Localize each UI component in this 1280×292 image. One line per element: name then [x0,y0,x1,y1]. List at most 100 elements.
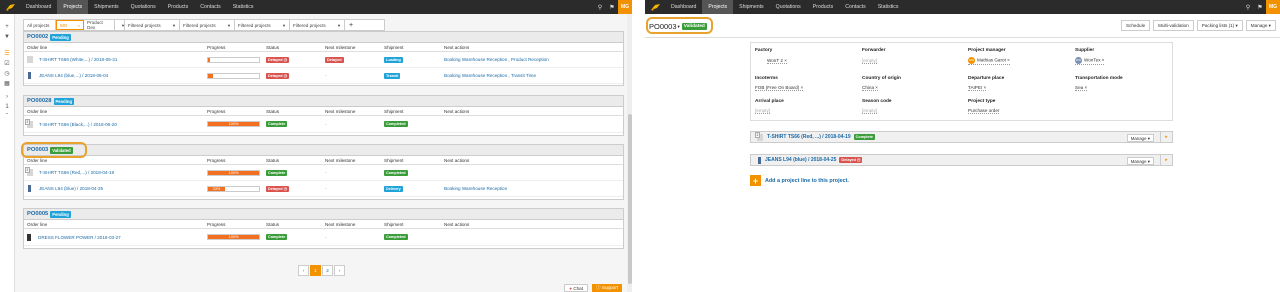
shipment-badge[interactable]: Completed [384,169,408,176]
app-logo[interactable] [645,0,665,14]
check-list-icon[interactable]: ☑ [0,58,14,68]
filter-chip-filtered-3[interactable]: Filtered projects ▼ [235,20,290,30]
nav-contacts[interactable]: Contacts [839,0,871,14]
chevron-up-icon[interactable]: ˆ [0,112,14,122]
order-line-link[interactable]: T-SHIRT TS66 (Black,...) / 2018-06-20 [39,122,117,127]
project-line[interactable]: JEANS L94 (blue) / 2018-04-25 Delayed ◷ … [750,154,1173,166]
packing-lists-button[interactable]: Packing lists (1) ▾ [1196,20,1243,31]
order-line-link[interactable]: DRESS FLOWER POWER / 2018-03-27 [38,235,121,240]
order-line-link[interactable]: T-SHIRT TS66 (White,...) / 2018-05-31 [39,57,117,62]
user-avatar[interactable]: MG [618,0,632,14]
page-button-2[interactable]: 2 [322,265,333,276]
chat-button[interactable]: ● Chat [564,284,589,292]
nav-statistics[interactable]: Statistics [872,0,905,14]
nav-statistics[interactable]: Statistics [227,0,260,14]
chevron-down-icon[interactable]: ▼ [227,23,231,28]
nav-projects[interactable]: Projects [57,0,89,14]
add-project-line-button[interactable]: + Add a project line to this project. [750,175,849,186]
manage-line-button[interactable]: Manage ▾ [1126,133,1154,142]
chevron-down-icon[interactable]: ▼ [115,20,125,30]
expand-icon[interactable]: ▸ [1160,132,1172,142]
table-row[interactable]: 2 T-SHIRT TS66 (Red,...) / 2018-04-19 100… [24,165,623,181]
project-line[interactable]: 2 T-SHIRT TS66 (Red, ...) / 2018-04-19 C… [750,131,1173,143]
chevron-right-icon[interactable]: › [0,92,14,102]
project-manager-field[interactable]: MG Mathias Garot × [968,57,1010,65]
filter-icon[interactable]: ▼ [0,32,14,42]
shipment-badge[interactable]: Delivery [384,185,403,192]
user-avatar[interactable]: MG [1266,0,1280,14]
table-icon[interactable]: ▦ [0,78,14,88]
nav-dashboard[interactable]: Dashboard [20,0,57,14]
arrival-place-field[interactable]: [empty] [755,108,771,114]
table-row[interactable]: DRESS FLOWER POWER / 2018-03-27 100% Com… [24,229,623,246]
table-row[interactable]: 2 T-SHIRT TS66 (Black,...) / 2018-06-20 1… [24,116,623,133]
nav-contacts[interactable]: Contacts [194,0,226,14]
next-actions-link[interactable]: Booking Warehouse Reception , Product Re… [444,57,549,62]
order-line-link[interactable]: JEANS L94 (blue) / 2018-04-25 [39,186,103,191]
incoterms-field[interactable]: FOB (Free On Board) × [755,85,804,91]
schedule-button[interactable]: Schedule [1120,20,1151,31]
shipment-badge[interactable]: Transit [384,72,401,79]
chevron-down-icon[interactable]: ▼ [282,23,286,28]
page-button-1[interactable]: 1 [310,265,321,276]
plus-icon[interactable]: + [0,22,14,32]
list-icon[interactable]: ☰ [0,48,14,58]
transportation-mode-field[interactable]: Sea × [1075,85,1088,91]
scrollbar-thumb[interactable] [627,114,632,284]
supplier-field[interactable]: WO WonTex × [1075,57,1105,65]
chevron-down-icon[interactable]: ▼ [172,23,176,28]
shipment-badge[interactable]: Completed [384,121,408,127]
close-icon[interactable]: × [78,23,80,28]
order-line-link[interactable]: JEANS L94 (blue,...) / 2018-06-04 [39,73,108,78]
prev-page-button[interactable]: ‹ [298,265,309,276]
nav-shipments[interactable]: Shipments [733,0,770,14]
nav-quotations[interactable]: Quotations [770,0,807,14]
next-actions-link[interactable]: Booking Warehouse Reception [444,186,507,191]
table-row[interactable]: JEANS L94 (blue,...) / 2018-06-04 Delaye… [24,68,623,84]
chevron-down-icon[interactable]: ▼ [337,23,341,28]
filter-chip-all-projects[interactable]: All projects [24,20,56,30]
add-filter-button[interactable]: + [345,20,357,30]
flag-icon[interactable]: ⚑ [1254,0,1266,14]
table-row[interactable]: JEANS L94 (blue) / 2018-04-25 33% Delaye… [24,181,623,197]
multi-validation-button[interactable]: Multi-validation [1153,20,1194,31]
nav-products[interactable]: Products [807,0,839,14]
nav-shipments[interactable]: Shipments [88,0,125,14]
nav-products[interactable]: Products [162,0,194,14]
filter-chip-filtered-2[interactable]: Filtered projects ▼ [180,20,235,30]
expand-icon[interactable]: ▸ [1160,155,1172,165]
filter-chip-mg[interactable]: MG × [56,20,84,30]
clock-icon[interactable]: ◷ [0,68,14,78]
nav-projects[interactable]: Projects [702,0,734,14]
flag-icon[interactable]: ⚑ [606,0,618,14]
filter-chip-product-dev[interactable]: Product Dev [84,20,115,30]
factory-field[interactable]: WonT 2 × [767,58,787,64]
search-icon[interactable]: ⚲ [594,0,606,14]
table-row[interactable]: T-SHIRT TS66 (White,...) / 2018-05-31 De… [24,52,623,68]
project-line-link[interactable]: JEANS L94 (blue) / 2018-04-25 [765,157,836,163]
order-line-link[interactable]: T-SHIRT TS66 (Red,...) / 2018-04-19 [39,170,114,175]
manage-line-button[interactable]: Manage ▾ [1126,156,1154,165]
filter-chip-filtered-1[interactable]: Filtered projects ▼ [125,20,180,30]
project-id-link[interactable]: PO00028 [27,98,52,104]
shipment-badge[interactable]: Completed [384,234,408,240]
shipment-badge[interactable]: Loading [384,56,403,63]
project-type-field[interactable]: Purchase order [968,108,1000,114]
manage-button[interactable]: Manage ▾ [1245,20,1276,31]
season-code-field[interactable]: [empty] [862,108,878,114]
nav-quotations[interactable]: Quotations [125,0,162,14]
search-icon[interactable]: ⚲ [1242,0,1254,14]
project-id-link[interactable]: PO0002 [27,34,48,40]
project-id-link[interactable]: PO0005 [27,211,48,217]
departure-place-field[interactable]: TAIPEI × [968,85,987,91]
support-button[interactable]: ⓘ Support [592,284,622,292]
nav-dashboard[interactable]: Dashboard [665,0,702,14]
scrollbar[interactable] [627,14,632,292]
filter-chip-filtered-4[interactable]: Filtered projects ▼ [290,20,345,30]
app-logo[interactable] [0,0,20,14]
country-of-origin-field[interactable]: China × [862,85,878,91]
next-page-button[interactable]: › [334,265,345,276]
next-actions-link[interactable]: Booking Warehouse Reception , Transit Ti… [444,73,536,78]
forwarder-field[interactable]: [empty] [862,58,878,64]
project-line-link[interactable]: T-SHIRT TS66 (Red, ...) / 2018-04-19 [767,134,851,140]
